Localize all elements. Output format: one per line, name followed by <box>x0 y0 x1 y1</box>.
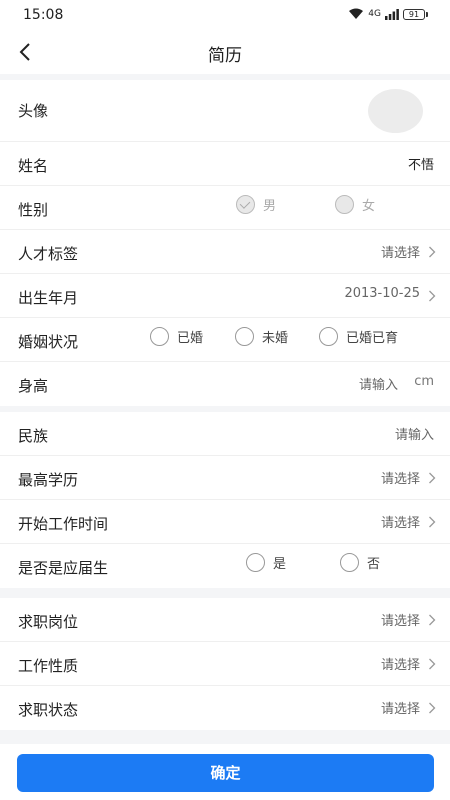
job-section: 求职岗位 请选择 工作性质 请选择 求职状态 请选择 <box>0 598 450 730</box>
gender-label: 性别 <box>18 201 49 219</box>
graduate-option-yes[interactable]: 是 <box>246 553 286 572</box>
radio-icon <box>340 553 359 572</box>
gender-option-female[interactable]: 女 <box>335 195 375 214</box>
avatar-row[interactable]: 头像 <box>0 80 450 142</box>
wifi-icon <box>348 8 364 20</box>
work-start-placeholder: 请选择 <box>380 516 420 531</box>
work-start-label: 开始工作时间 <box>18 515 109 533</box>
radio-icon <box>335 195 354 214</box>
radio-icon <box>150 327 169 346</box>
chevron-right-icon <box>428 614 436 626</box>
height-label: 身高 <box>18 377 49 395</box>
nature-row[interactable]: 工作性质 请选择 <box>0 642 450 686</box>
status-time: 15:08 <box>23 7 64 23</box>
graduate-option-label: 是 <box>273 557 287 572</box>
graduate-label: 是否是应届生 <box>18 559 109 577</box>
status-label: 求职状态 <box>18 701 79 719</box>
status-icons: 4G 91 <box>348 8 428 20</box>
marital-option-married[interactable]: 已婚 <box>150 327 203 346</box>
gender-option-male[interactable]: 男 <box>236 195 276 214</box>
ethnicity-input[interactable]: 请输入 <box>395 424 434 443</box>
nature-placeholder: 请选择 <box>380 658 420 673</box>
status-row[interactable]: 求职状态 请选择 <box>0 686 450 730</box>
work-start-row[interactable]: 开始工作时间 请选择 <box>0 500 450 544</box>
marital-option-single[interactable]: 未婚 <box>235 327 288 346</box>
gender-option-label: 女 <box>362 199 376 214</box>
degree-placeholder: 请选择 <box>380 472 420 487</box>
graduate-option-no[interactable]: 否 <box>340 553 380 572</box>
gender-option-label: 男 <box>263 199 277 214</box>
status-placeholder: 请选择 <box>380 702 420 717</box>
ethnicity-row: 民族 请输入 <box>0 412 450 456</box>
talent-tag-placeholder: 请选择 <box>380 246 420 261</box>
position-label: 求职岗位 <box>18 613 79 631</box>
degree-label: 最高学历 <box>18 471 79 489</box>
height-unit: cm <box>414 374 434 389</box>
chevron-right-icon <box>428 290 436 302</box>
name-value[interactable]: 不悟 <box>408 154 434 173</box>
chevron-right-icon <box>428 658 436 670</box>
education-section: 民族 请输入 最高学历 请选择 开始工作时间 请选择 是否是应届生 是 否 <box>0 412 450 588</box>
birth-row[interactable]: 出生年月 2013-10-25 <box>0 274 450 318</box>
marital-option-married-with-children[interactable]: 已婚已育 <box>319 327 398 346</box>
birth-label: 出生年月 <box>18 289 79 307</box>
chevron-right-icon <box>428 472 436 484</box>
chevron-right-icon <box>428 702 436 714</box>
marital-option-label: 未婚 <box>262 331 289 346</box>
battery-level: 91 <box>403 8 425 20</box>
graduate-option-label: 否 <box>367 557 381 572</box>
confirm-button[interactable]: 确定 <box>17 754 434 792</box>
avatar[interactable] <box>368 89 423 133</box>
position-row[interactable]: 求职岗位 请选择 <box>0 598 450 642</box>
status-bar: 15:08 4G 91 <box>0 0 450 30</box>
marital-option-label: 已婚已育 <box>346 331 399 346</box>
ethnicity-label: 民族 <box>18 427 49 445</box>
talent-tag-row[interactable]: 人才标签 请选择 <box>0 230 450 274</box>
degree-row[interactable]: 最高学历 请选择 <box>0 456 450 500</box>
graduate-row: 是否是应届生 是 否 <box>0 544 450 588</box>
chevron-right-icon <box>428 246 436 258</box>
radio-icon <box>235 327 254 346</box>
height-input[interactable]: 请输入 <box>359 374 398 393</box>
height-row: 身高 请输入 cm <box>0 362 450 406</box>
marital-row: 婚姻状况 已婚 未婚 已婚已育 <box>0 318 450 362</box>
radio-icon <box>319 327 338 346</box>
avatar-label: 头像 <box>18 102 49 120</box>
marital-option-label: 已婚 <box>177 331 204 346</box>
nav-bar: 简历 <box>0 30 450 74</box>
birth-value: 2013-10-25 <box>344 286 420 301</box>
talent-tag-label: 人才标签 <box>18 245 79 263</box>
name-label: 姓名 <box>18 157 49 175</box>
network-type: 4G <box>368 9 381 19</box>
radio-icon <box>246 553 265 572</box>
marital-label: 婚姻状况 <box>18 333 79 351</box>
nature-label: 工作性质 <box>18 657 79 675</box>
page-title: 简历 <box>208 46 242 66</box>
footer: 确定 <box>0 744 450 800</box>
battery-icon: 91 <box>403 8 428 20</box>
name-row[interactable]: 姓名 不悟 <box>0 142 450 186</box>
signal-icon <box>385 8 399 20</box>
basic-info-section: 头像 姓名 不悟 性别 男 女 人才标签 请选择 出生年月 2013-10-25… <box>0 80 450 406</box>
radio-checked-icon <box>236 195 255 214</box>
chevron-right-icon <box>428 516 436 528</box>
gender-row: 性别 男 女 <box>0 186 450 230</box>
position-placeholder: 请选择 <box>380 614 420 629</box>
